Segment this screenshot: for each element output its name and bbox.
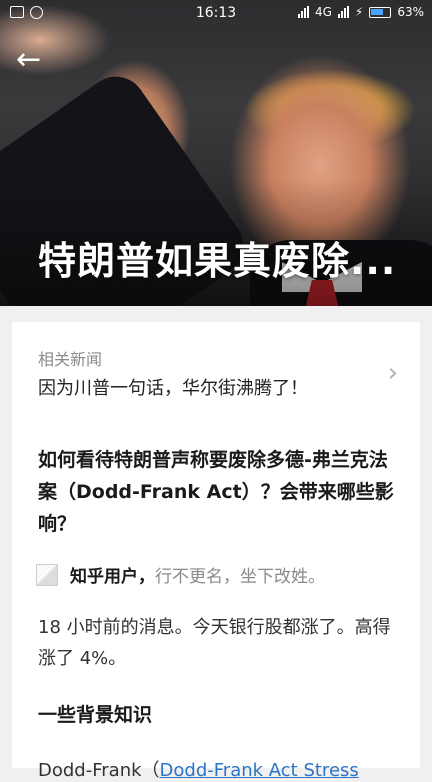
status-bar: 16:13 4G ⚡ 63%	[0, 0, 432, 28]
author-name[interactable]: 知乎用户，	[70, 562, 155, 587]
battery-level: 63%	[397, 5, 424, 19]
related-news-title[interactable]: 因为川普一句话，华尔街沸腾了！	[38, 374, 308, 400]
answer-partial-line: Dodd-Frank（Dodd-Frank Act Stress	[38, 756, 359, 782]
related-news[interactable]: 相关新闻 因为川普一句话，华尔街沸腾了！ ›	[12, 322, 420, 404]
hero-image: 16:13 4G ⚡ 63% ← 特朗普如果真废除...	[0, 0, 432, 306]
author-bio: 行不更名，坐下改姓。	[155, 567, 325, 587]
answer-partial-prefix: Dodd-Frank（	[38, 760, 160, 781]
answer-text: 18 小时前的消息。今天银行股都涨了。高得涨了 4%。	[38, 617, 391, 669]
question-title[interactable]: 如何看待特朗普声称要废除多德-弗兰克法案（Dodd-Frank Act）？会带来…	[38, 444, 402, 540]
charging-icon: ⚡	[354, 5, 364, 19]
author-row[interactable]: 知乎用户， 行不更名，坐下改姓。	[36, 562, 325, 587]
back-arrow-icon[interactable]: ←	[16, 44, 52, 80]
hero-title: 特朗普如果真废除...	[38, 239, 397, 283]
chevron-right-icon[interactable]: ›	[388, 358, 398, 388]
related-news-label: 相关新闻	[38, 350, 103, 369]
content-card: 相关新闻 因为川普一句话，华尔街沸腾了！ › 如何看待特朗普声称要废除多德-弗兰…	[12, 322, 420, 781]
signal-icon-2	[337, 6, 349, 18]
network-type: 4G	[314, 5, 332, 19]
signal-icon	[297, 6, 309, 18]
battery-icon	[369, 6, 392, 18]
avatar[interactable]	[36, 563, 58, 586]
section-heading: 一些背景知识	[38, 704, 153, 726]
dodd-frank-link[interactable]: Dodd-Frank Act Stress	[160, 760, 359, 781]
